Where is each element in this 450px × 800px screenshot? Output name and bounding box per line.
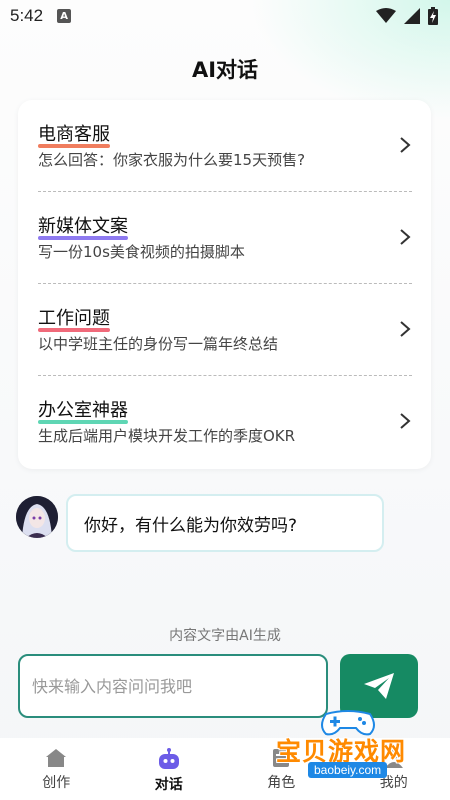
prompt-item-subtitle: 以中学班主任的身份写一篇年终总结 — [38, 335, 279, 353]
message-input[interactable] — [18, 654, 328, 718]
nav-item-profile[interactable]: 我的 — [338, 738, 450, 800]
nav-item-chat[interactable]: 对话 — [113, 738, 226, 800]
prompt-item-office[interactable]: 办公室神器 生成后端用户模块开发工作的季度OKR — [38, 376, 412, 468]
ai-avatar — [16, 496, 58, 538]
prompt-item-title: 电商客服 — [38, 120, 110, 148]
title-underline — [38, 236, 128, 240]
prompt-item-subtitle: 生成后端用户模块开发工作的季度OKR — [38, 427, 296, 445]
nav-label: 创作 — [42, 775, 71, 791]
avatar-portrait-icon — [16, 496, 58, 538]
title-underline — [38, 328, 110, 332]
prompt-card: 电商客服 怎么回答：你家衣服为什么要15天预售? 新媒体文案 写一份10s美食视… — [18, 100, 431, 469]
send-icon — [364, 673, 394, 699]
prompt-item-work[interactable]: 工作问题 以中学班主任的身份写一篇年终总结 — [38, 284, 412, 376]
prompt-item-ecommerce[interactable]: 电商客服 怎么回答：你家衣服为什么要15天预售? — [38, 100, 412, 192]
nav-label: 我的 — [379, 775, 408, 791]
role-icon — [273, 749, 290, 767]
prompt-item-title: 新媒体文案 — [38, 212, 128, 240]
app-notification-icon: A — [57, 9, 72, 23]
signal-icon — [404, 8, 420, 24]
prompt-title-text: 电商客服 — [38, 124, 110, 145]
prompt-item-subtitle: 怎么回答：你家衣服为什么要15天预售? — [38, 151, 306, 169]
page-title: AI对话 — [191, 58, 259, 82]
nav-label: 角色 — [267, 775, 296, 791]
chevron-right-icon — [400, 137, 411, 153]
chevron-right-icon — [400, 413, 411, 429]
prompt-item-title: 工作问题 — [38, 304, 110, 332]
prompt-item-subtitle: 写一份10s美食视频的拍摄脚本 — [38, 243, 245, 261]
nav-item-role[interactable]: 角色 — [225, 738, 338, 800]
nav-item-create[interactable]: 创作 — [0, 738, 113, 800]
chevron-right-icon — [400, 229, 411, 245]
bottom-nav: 创作 对话 角色 我的 — [0, 738, 450, 800]
title-underline — [38, 144, 110, 148]
ai-generated-notice: 内容文字由AI生成 — [169, 628, 281, 644]
greeting-bubble: 你好，有什么能为你效劳吗? — [66, 494, 384, 552]
status-bar: 5:42 A — [0, 0, 450, 32]
nav-label: 对话 — [154, 777, 183, 793]
chevron-right-icon — [400, 321, 411, 337]
send-button[interactable] — [340, 654, 418, 718]
prompt-title-text: 新媒体文案 — [38, 216, 128, 237]
prompt-item-title: 办公室神器 — [38, 396, 128, 424]
profile-icon — [384, 749, 403, 768]
prompt-title-text: 办公室神器 — [38, 400, 128, 421]
prompt-item-new-media[interactable]: 新媒体文案 写一份10s美食视频的拍摄脚本 — [38, 192, 412, 284]
robot-icon — [158, 748, 179, 769]
home-icon — [46, 749, 67, 767]
battery-icon — [428, 7, 438, 25]
title-underline — [38, 420, 128, 424]
status-icons — [376, 7, 438, 25]
wifi-icon — [376, 8, 396, 23]
prompt-title-text: 工作问题 — [38, 308, 110, 329]
status-time: 5:42 — [10, 6, 44, 25]
